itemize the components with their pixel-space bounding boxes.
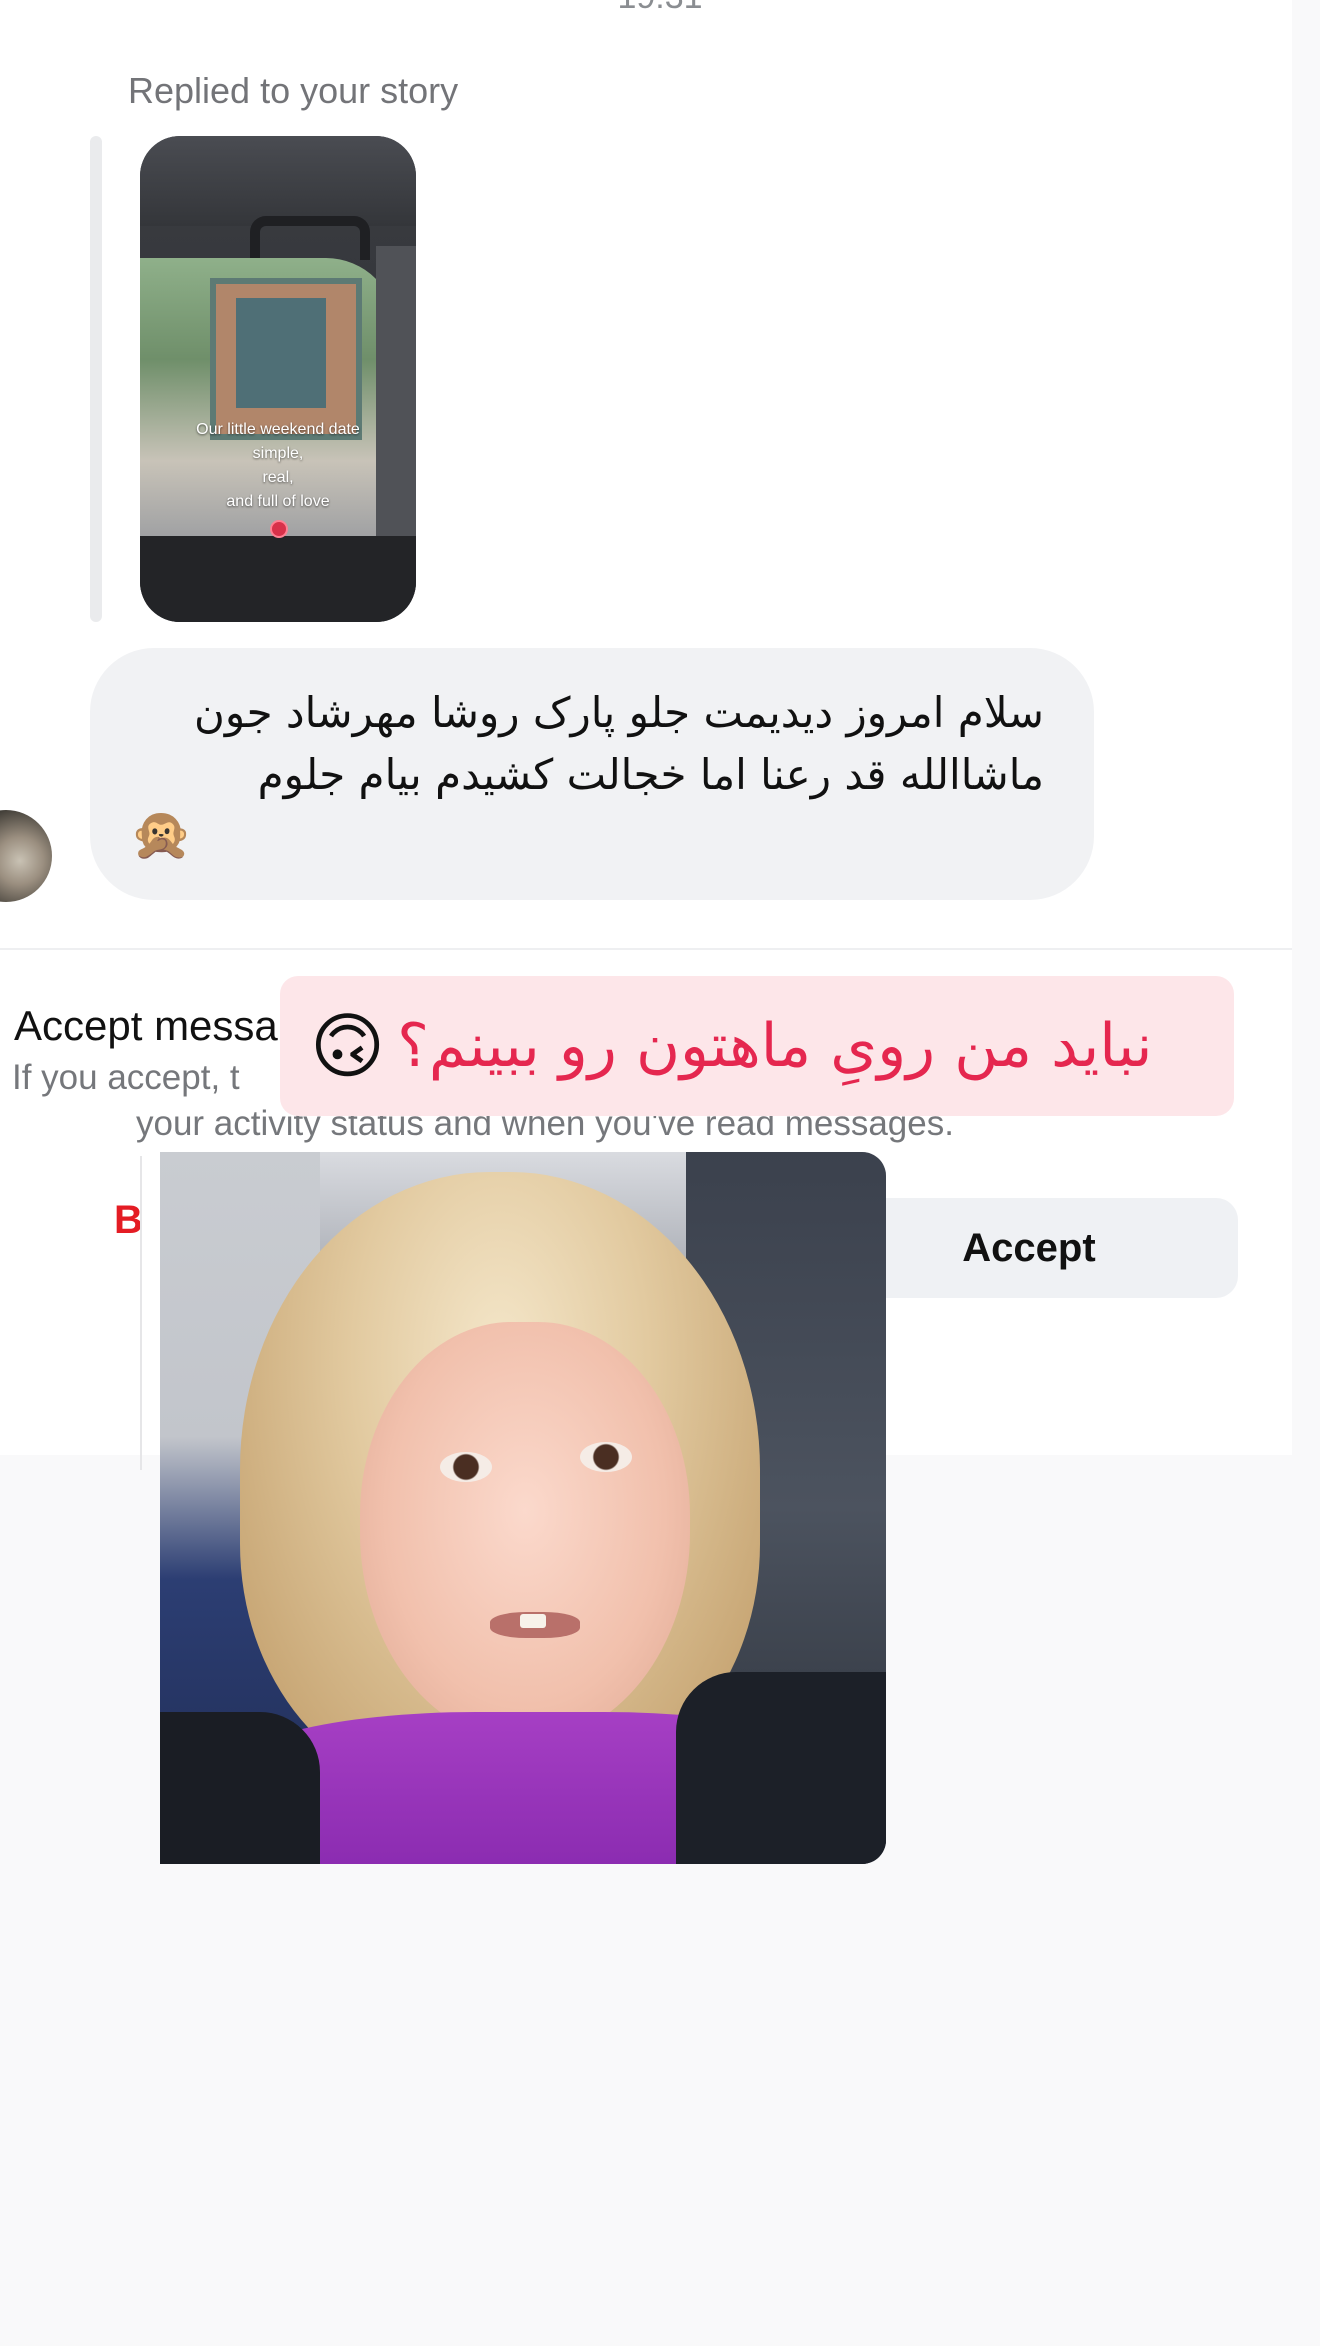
- see-no-evil-monkey-icon: 🙊: [130, 806, 193, 862]
- upside-down-face-icon: 🙃: [310, 1007, 386, 1087]
- story-caption-line: simple,: [252, 445, 304, 462]
- accept-request-description: If you accept, t: [12, 1058, 240, 1097]
- story-car-door: [140, 536, 416, 622]
- block-button[interactable]: B: [114, 1198, 143, 1243]
- meme-seat-strap-right: [676, 1672, 886, 1864]
- reply-indicator-bar: [90, 136, 102, 622]
- story-caption-line: real,: [262, 469, 294, 486]
- message-text: سلام امروز دیدیمت جلو پارک روشا مهرشاد ج…: [194, 688, 1044, 799]
- section-divider: [0, 948, 1292, 950]
- message-timestamp: 19:31: [0, 0, 1320, 17]
- story-car-roof: [140, 136, 416, 226]
- message-bubble[interactable]: سلام امروز دیدیمت جلو پارک روشا مهرشاد ج…: [90, 648, 1094, 900]
- meme-teeth: [520, 1614, 546, 1628]
- replied-to-story-label: Replied to your story: [128, 70, 459, 111]
- story-caption-line: Our little weekend date: [196, 421, 360, 438]
- meme-left-eye: [440, 1452, 492, 1482]
- story-car-handle: [250, 216, 370, 260]
- meme-seat-strap-left: [160, 1712, 320, 1864]
- heart-icon: [270, 520, 288, 538]
- sticker-text: نباید من رویِ ماهتون رو ببینم؟: [397, 1011, 1153, 1081]
- story-caption: Our little weekend date simple, real, an…: [140, 418, 416, 514]
- meme-face: [360, 1322, 690, 1742]
- story-building-window: [236, 298, 326, 408]
- overlay-edge-line: [140, 1156, 142, 1470]
- meme-girl-image: [160, 1152, 886, 1864]
- story-thumbnail[interactable]: Our little weekend date simple, real, an…: [140, 136, 416, 622]
- overlay-sticker-caption: نباید من رویِ ماهتون رو ببینم؟ 🙃: [280, 976, 1234, 1116]
- accept-request-title: Accept messa: [14, 1002, 278, 1049]
- meme-right-eye: [580, 1442, 632, 1472]
- story-caption-line: and full of love: [226, 493, 330, 510]
